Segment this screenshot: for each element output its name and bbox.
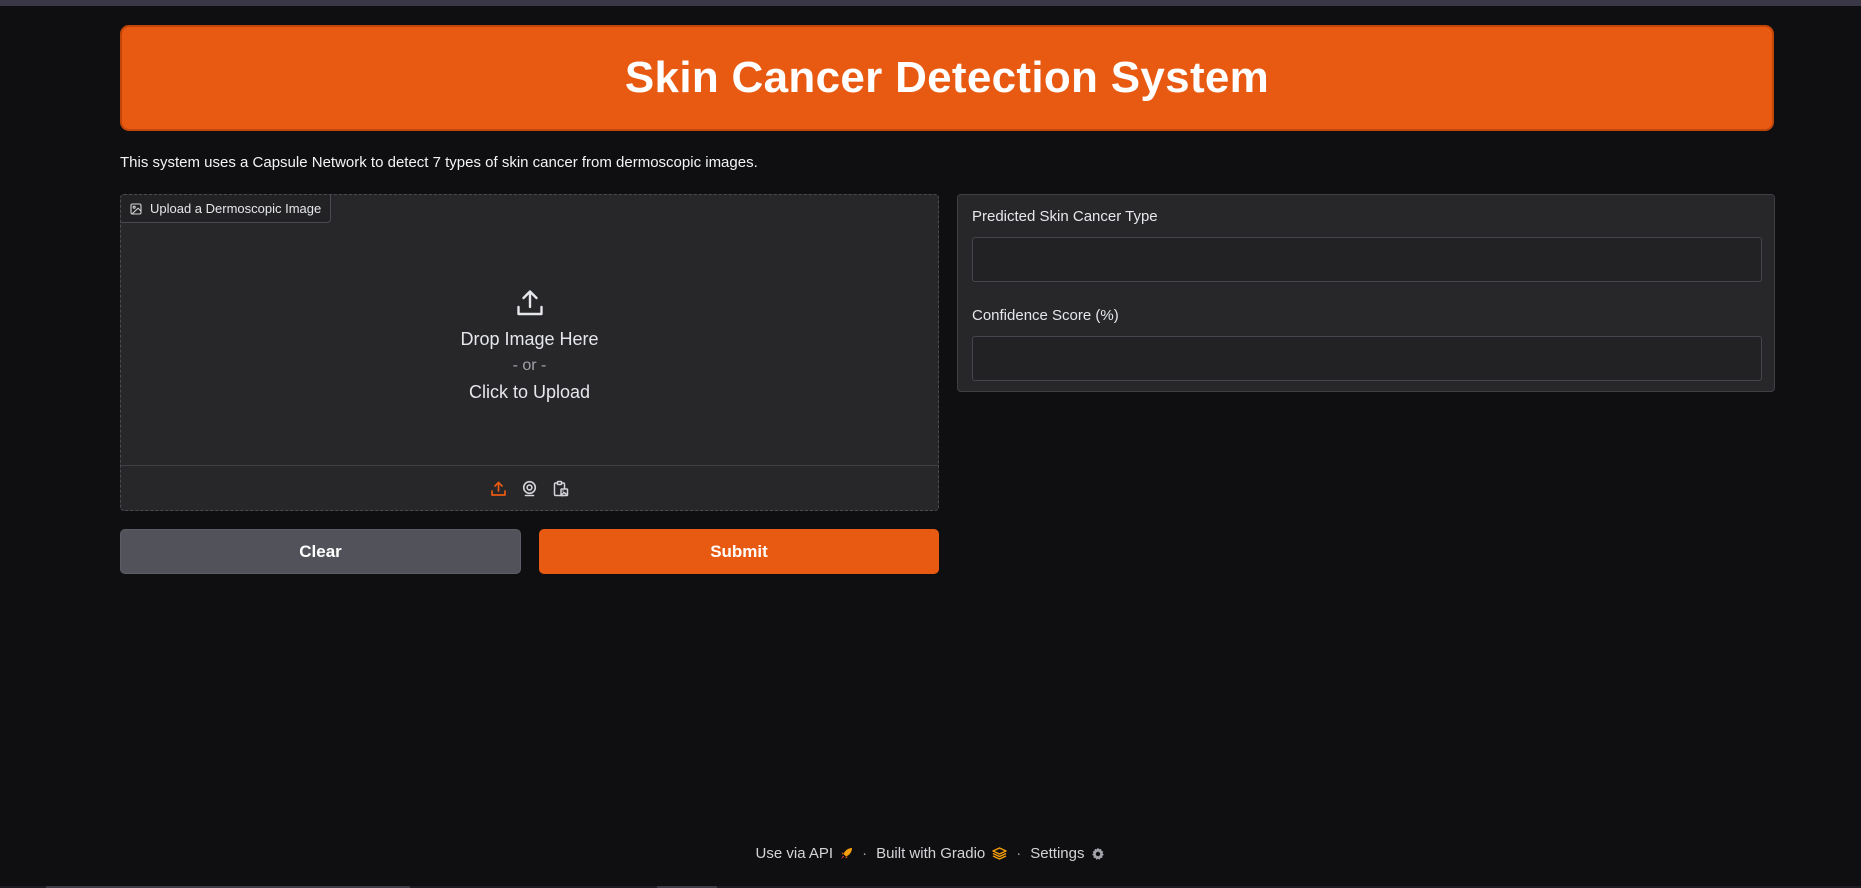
webcam-icon[interactable] <box>520 479 539 498</box>
image-icon <box>130 202 142 215</box>
header-banner: Skin Cancer Detection System <box>120 25 1774 131</box>
description-text: This system uses a Capsule Network to de… <box>120 154 758 171</box>
gradio-logo-icon <box>992 847 1008 860</box>
footer-separator: · <box>1016 845 1022 862</box>
clipboard-icon[interactable] <box>551 479 570 498</box>
built-with-gradio-label: Built with Gradio <box>876 845 986 862</box>
footer: Use via API · Built with Gradio · Settin… <box>0 845 1861 862</box>
use-via-api-link[interactable]: Use via API <box>756 845 854 862</box>
output-panel: Predicted Skin Cancer Type Confidence Sc… <box>957 194 1775 392</box>
gear-icon <box>1091 847 1105 861</box>
image-drop-zone[interactable]: Drop Image Here - or - Click to Upload <box>121 223 938 460</box>
upload-source-icon[interactable] <box>489 479 508 498</box>
settings-label: Settings <box>1030 845 1085 862</box>
window-top-bar <box>0 0 1861 6</box>
prediction-label: Predicted Skin Cancer Type <box>972 208 1158 225</box>
image-upload-panel: Upload a Dermoscopic Image Drop Image He… <box>120 194 939 511</box>
confidence-label: Confidence Score (%) <box>972 307 1119 324</box>
clear-button[interactable]: Clear <box>120 529 521 574</box>
settings-link[interactable]: Settings <box>1030 845 1105 862</box>
rocket-icon <box>840 847 853 860</box>
or-separator: - or - <box>512 357 547 374</box>
footer-separator: · <box>862 845 868 862</box>
upload-block-label: Upload a Dermoscopic Image <box>121 195 332 223</box>
upload-icon <box>515 288 545 318</box>
upload-label-text: Upload a Dermoscopic Image <box>150 201 322 216</box>
image-source-toolbar <box>121 465 938 510</box>
confidence-output-field[interactable] <box>972 336 1762 381</box>
page-title: Skin Cancer Detection System <box>624 53 1270 102</box>
click-to-upload-text: Click to Upload <box>468 382 591 402</box>
drop-image-text: Drop Image Here <box>460 329 599 349</box>
use-via-api-label: Use via API <box>755 845 834 862</box>
prediction-output-field[interactable] <box>972 237 1762 282</box>
built-with-gradio-link[interactable]: Built with Gradio <box>876 845 1008 862</box>
submit-button[interactable]: Submit <box>539 529 939 574</box>
